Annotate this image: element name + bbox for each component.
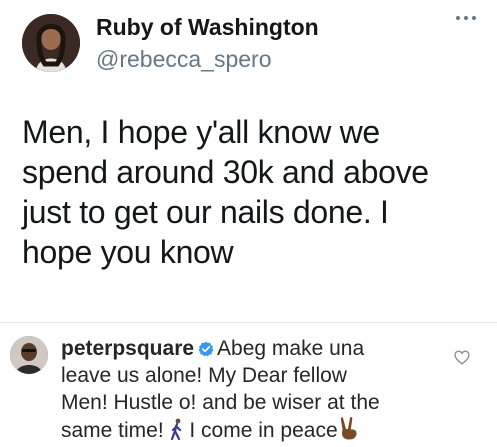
tweet-text-line: spend around 30k and above bbox=[22, 154, 429, 190]
comment-text-line: Abeg make una bbox=[217, 337, 365, 360]
comment-text-line: leave us alone! My Dear fellow bbox=[61, 364, 347, 387]
commenter-avatar[interactable] bbox=[10, 336, 48, 374]
comment: peterpsquare Abeg make una leave us alone… bbox=[0, 323, 497, 447]
tweet-card: Ruby of Washington @rebecca_spero Men, I… bbox=[0, 0, 497, 322]
comment-text-line: same time! bbox=[61, 419, 164, 442]
person-walking-emoji bbox=[170, 418, 184, 447]
comment-body: peterpsquare Abeg make una leave us alone… bbox=[61, 335, 441, 447]
commenter-username[interactable]: peterpsquare bbox=[61, 337, 194, 360]
heart-outline-icon[interactable] bbox=[454, 350, 470, 365]
tweet-text-line: just to get our nails done. I bbox=[22, 194, 389, 230]
author-handle[interactable]: @rebecca_spero bbox=[96, 46, 272, 73]
victory-hand-emoji bbox=[338, 416, 360, 447]
comment-text-line: I come in peace bbox=[189, 419, 338, 442]
tweet-text-line: Men, I hope y'all know we bbox=[22, 114, 380, 150]
author-avatar[interactable] bbox=[22, 14, 80, 72]
verified-badge-icon bbox=[198, 337, 214, 357]
tweet-text-line: hope you know bbox=[22, 234, 234, 270]
tweet-text: Men, I hope y'all know we spend around 3… bbox=[22, 112, 482, 272]
more-horizontal-icon[interactable] bbox=[453, 10, 479, 26]
comment-text-line: Men! Hustle o! and be wiser at the bbox=[61, 391, 380, 414]
author-name[interactable]: Ruby of Washington bbox=[96, 14, 319, 41]
